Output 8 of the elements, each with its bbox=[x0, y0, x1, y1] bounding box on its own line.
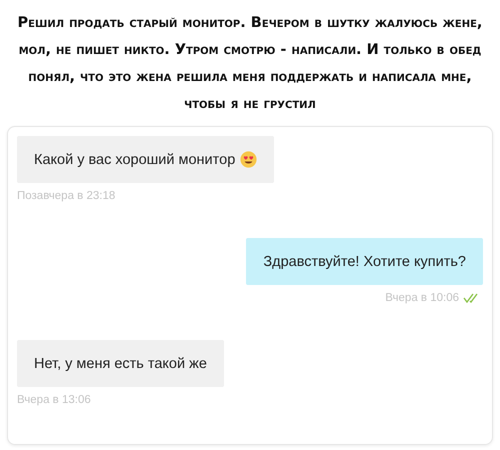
message-bubble: Нет, у меня есть такой же bbox=[17, 340, 224, 387]
message-time: Вчера в 13:06 bbox=[17, 394, 91, 406]
message-bubble: Какой у вас хороший монитор bbox=[17, 136, 274, 183]
message-bubble: Здравствуйте! Хотите купить? bbox=[246, 238, 483, 285]
message-time: Вчера в 10:06 bbox=[385, 292, 459, 304]
heart-eyes-emoji-icon bbox=[240, 151, 258, 168]
message-time: Позавчера в 23:18 bbox=[17, 190, 116, 202]
caption-text: Решил продать старый монитор. Вечером в шутку жалуюсь жене, мол, не пишет никто. Утром смотрю - написали. И только в обед понял, что это жена решила меня поддержать и написала мне, чтобы я не грустил bbox=[16, 14, 484, 114]
